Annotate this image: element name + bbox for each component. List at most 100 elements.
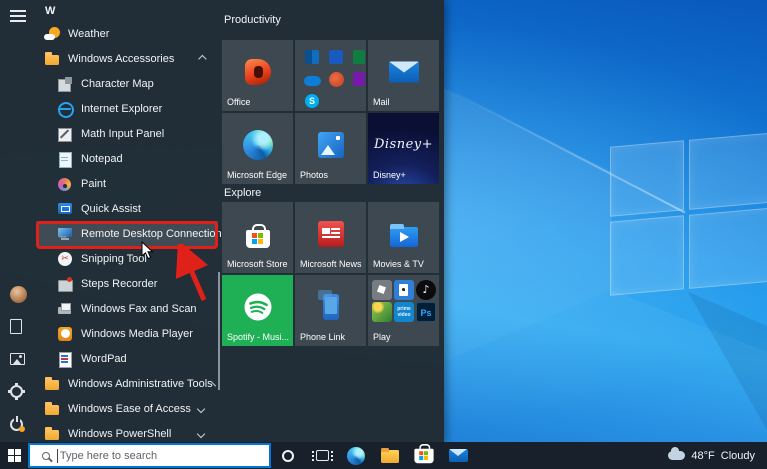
excel-icon bbox=[353, 50, 365, 64]
file-explorer-button[interactable] bbox=[373, 442, 407, 469]
tiktok-icon: ♪ bbox=[416, 280, 436, 300]
chevron-down-icon bbox=[197, 429, 205, 437]
app-item-quick-assist[interactable]: Quick Assist bbox=[36, 196, 218, 221]
media-player-icon bbox=[57, 326, 73, 342]
tile-office-apps-folder[interactable]: S bbox=[295, 40, 366, 111]
app-item-internet-explorer[interactable]: Internet Explorer bbox=[36, 96, 218, 121]
windows-logo-icon bbox=[8, 449, 21, 462]
ms-colored-squares bbox=[419, 451, 423, 455]
cloud-icon bbox=[668, 451, 685, 460]
app-item-windows-media-player[interactable]: Windows Media Player bbox=[36, 321, 218, 346]
chevron-down-icon bbox=[197, 404, 205, 412]
tile-microsoft-edge[interactable]: Microsoft Edge bbox=[222, 113, 293, 184]
weather-condition: Cloudy bbox=[721, 450, 755, 462]
hamburger-menu-icon[interactable] bbox=[10, 10, 26, 22]
disney-plus-logo: Disney+ bbox=[368, 137, 439, 152]
tile-microsoft-news[interactable]: Microsoft News bbox=[295, 202, 366, 273]
quick-assist-icon bbox=[57, 201, 73, 217]
start-button[interactable] bbox=[0, 442, 28, 469]
mail-icon bbox=[449, 449, 468, 462]
taskbar-store-button[interactable] bbox=[407, 442, 441, 469]
skype-icon: S bbox=[305, 94, 319, 108]
app-folder-windows-ease-of-access[interactable]: Windows Ease of Access bbox=[36, 396, 218, 421]
taskbar: 48°F Cloudy bbox=[0, 442, 767, 469]
task-view-button[interactable] bbox=[305, 442, 339, 469]
paint-icon bbox=[57, 176, 73, 192]
taskbar-mail-button[interactable] bbox=[441, 442, 475, 469]
app-item-paint[interactable]: Paint bbox=[36, 171, 218, 196]
app-item-weather[interactable]: Weather bbox=[36, 21, 218, 46]
folder-icon bbox=[44, 376, 60, 392]
pictures-icon[interactable] bbox=[10, 353, 25, 365]
microsoft-store-icon bbox=[414, 448, 433, 462]
power-icon[interactable] bbox=[10, 418, 23, 431]
tile-office[interactable]: Office bbox=[222, 40, 293, 111]
remote-desktop-icon bbox=[57, 226, 73, 242]
phone-link-icon bbox=[323, 294, 339, 320]
app-item-steps-recorder[interactable]: Steps Recorder bbox=[36, 271, 218, 296]
character-map-icon bbox=[57, 76, 73, 92]
powerpoint-icon bbox=[329, 72, 344, 87]
chevron-up-icon bbox=[198, 54, 206, 62]
photos-icon bbox=[318, 132, 344, 158]
taskbar-edge-button[interactable] bbox=[339, 442, 373, 469]
microsoft-store-icon bbox=[246, 230, 270, 248]
app-list: W Weather Windows Accessories Character … bbox=[36, 2, 218, 446]
tile-microsoft-store[interactable]: Microsoft Store bbox=[222, 202, 293, 273]
app-item-remote-desktop-connection[interactable]: Remote Desktop Connection bbox=[36, 221, 218, 246]
tile-mail[interactable]: Mail bbox=[368, 40, 439, 111]
outlook-icon bbox=[305, 50, 319, 64]
logo-pane bbox=[689, 131, 767, 209]
tile-group-title-productivity[interactable]: Productivity bbox=[224, 10, 444, 30]
app-item-math-input-panel[interactable]: Math Input Panel bbox=[36, 121, 218, 146]
movies-tv-icon bbox=[390, 227, 418, 247]
app-item-notepad[interactable]: Notepad bbox=[36, 146, 218, 171]
taskbar-weather-widget[interactable]: 48°F Cloudy bbox=[668, 450, 767, 462]
app-folder-windows-accessories[interactable]: Windows Accessories bbox=[36, 46, 218, 71]
app-item-snipping-tool[interactable]: ✂ Snipping Tool bbox=[36, 246, 218, 271]
folder-icon bbox=[44, 401, 60, 417]
tile-disney-plus[interactable]: Disney+ Disney+ bbox=[368, 113, 439, 184]
tile-spotify[interactable]: Spotify - Musi... bbox=[222, 275, 293, 346]
tile-movies-tv[interactable]: Movies & TV bbox=[368, 202, 439, 273]
roblox-icon bbox=[372, 280, 392, 300]
windows-logo-wallpaper bbox=[610, 129, 767, 296]
game-art-icon bbox=[372, 302, 392, 322]
tile-photos[interactable]: Photos bbox=[295, 113, 366, 184]
logo-pane bbox=[610, 140, 684, 216]
app-list-scrollbar[interactable] bbox=[218, 272, 220, 390]
tile-phone-link[interactable]: Phone Link bbox=[295, 275, 366, 346]
onedrive-icon bbox=[304, 76, 321, 86]
taskbar-search-box[interactable] bbox=[28, 443, 271, 468]
tile-grid-explore: Microsoft Store Microsoft News Movies & … bbox=[222, 202, 444, 346]
tile-play-folder[interactable]: ♪ prime video Ps Play bbox=[368, 275, 439, 346]
section-header-w[interactable]: W bbox=[36, 2, 218, 21]
app-item-character-map[interactable]: Character Map bbox=[36, 71, 218, 96]
tiles-area: Productivity Office S Mail bbox=[218, 0, 444, 443]
notepad-icon bbox=[57, 151, 73, 167]
app-item-windows-fax-and-scan[interactable]: Windows Fax and Scan bbox=[36, 296, 218, 321]
logo-pane bbox=[689, 206, 767, 288]
weather-icon bbox=[44, 26, 60, 42]
settings-gear-icon[interactable] bbox=[10, 385, 23, 398]
app-item-wordpad[interactable]: WordPad bbox=[36, 346, 218, 371]
documents-icon[interactable] bbox=[10, 319, 22, 334]
folder-icon bbox=[44, 51, 60, 67]
folder-icon bbox=[44, 426, 60, 442]
edge-icon bbox=[243, 130, 273, 160]
prime-video-icon: prime video bbox=[394, 302, 414, 322]
app-folder-windows-administrative-tools[interactable]: Windows Administrative Tools bbox=[36, 371, 218, 396]
fax-scan-icon bbox=[57, 301, 73, 317]
spotify-icon bbox=[244, 293, 271, 320]
onenote-icon bbox=[353, 72, 365, 86]
task-view-icon bbox=[316, 450, 329, 461]
desktop-screen: W Weather Windows Accessories Character … bbox=[0, 0, 767, 469]
cortana-button[interactable] bbox=[271, 442, 305, 469]
internet-explorer-icon bbox=[57, 101, 73, 117]
user-avatar[interactable] bbox=[10, 286, 27, 303]
photoshop-icon: Ps bbox=[416, 302, 436, 322]
tile-group-title-explore[interactable]: Explore bbox=[224, 186, 444, 200]
search-input[interactable] bbox=[60, 450, 263, 462]
tile-grid-productivity: Office S Mail Microsoft Edge bbox=[222, 40, 444, 184]
ms-colored-squares bbox=[252, 233, 257, 238]
